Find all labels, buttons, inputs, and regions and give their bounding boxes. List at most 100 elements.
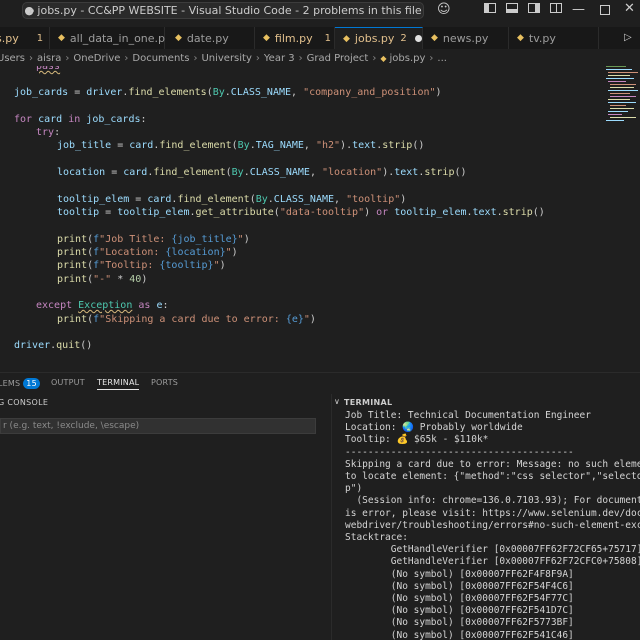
search-icon: ⌕ — [29, 4, 36, 17]
minimap[interactable] — [602, 66, 640, 366]
python-file-icon: ◆ — [517, 33, 524, 43]
code-line: tooltip_elem = card.find_element(By.CLAS… — [57, 194, 407, 205]
terminal-line: Stacktrace: — [345, 532, 408, 543]
code-line: try: — [36, 127, 61, 138]
terminal-line: webdriver/troubleshooting/errors#no-such… — [345, 519, 640, 531]
minimap-line — [608, 81, 626, 82]
minimap-line — [608, 102, 636, 103]
code-line: pass — [36, 66, 61, 72]
code-line: job_cards = driver.find_elements(By.CLAS… — [14, 87, 442, 98]
close-icon[interactable]: ✕ — [624, 1, 635, 16]
breadcrumb-item[interactable]: Grad Project — [307, 53, 369, 64]
minimap-line — [606, 69, 632, 70]
tab-news-py[interactable]: ◆ news.py — [423, 27, 509, 49]
customize-layout-icon[interactable] — [550, 3, 562, 13]
terminal-line: (No symbol) [0x00007FF62F541C46] — [345, 629, 574, 640]
terminal-line: (No symbol) [0x00007FF62F54F77C] — [345, 593, 574, 604]
tab-all-data-in-one[interactable]: ◆ all_data_in_one.py — [50, 27, 172, 49]
terminal-line: is error, please visit: https://www.sele… — [345, 507, 640, 519]
tab-tv-py[interactable]: ◆ tv.py — [509, 27, 599, 49]
minimap-line — [610, 87, 634, 88]
code-line: job_title = card.find_element(By.TAG_NAM… — [57, 140, 425, 151]
terminal-line: p") — [345, 483, 363, 495]
minimap-line — [608, 111, 628, 112]
minimap-line — [610, 117, 636, 118]
terminal-line: (No symbol) [0x00007FF62F4F8F9A] — [345, 568, 574, 580]
code-line: location = card.find_element(By.CLASS_NA… — [57, 167, 467, 178]
unsaved-dot-icon[interactable] — [414, 35, 422, 42]
tab-jobs-py[interactable]: ◆ jobs.py 2 — [335, 27, 423, 49]
copilot-icon[interactable]: ☺ — [437, 2, 451, 17]
terminal-line: (Session info: chrome=136.0.7103.93); Fo… — [356, 495, 640, 507]
minimap-line — [608, 114, 622, 115]
minimap-line — [610, 96, 636, 97]
command-center-search[interactable]: ⌕ ● jobs.py - CC&PP WEBSITE - Visual Stu… — [22, 2, 424, 19]
breadcrumb-item[interactable]: Users — [0, 53, 25, 64]
code-editor[interactable]: pass job_cards = driver.find_elements(By.… — [0, 66, 600, 366]
debug-filter-input[interactable]: r (e.g. text, !exclude, \escape) — [0, 418, 316, 434]
breadcrumb-item[interactable]: aisra — [37, 53, 61, 64]
chevron-down-icon[interactable]: ∨ — [334, 397, 340, 406]
python-file-icon: ◆ — [380, 53, 387, 63]
tab-ports[interactable]: PORTS — [151, 378, 178, 387]
tab-label: tv.py — [528, 31, 556, 45]
minimap-line — [610, 108, 634, 109]
code-line: print("-" * 40) — [57, 274, 148, 285]
toggle-panel-icon[interactable] — [506, 3, 518, 13]
tab-label: all_data_in_one.py — [69, 31, 172, 45]
python-file-icon: ◆ — [263, 33, 270, 43]
problems-count-badge: 15 — [23, 378, 40, 389]
editor-tab-bar: s.py 1 ◆ all_data_in_one.py ◆ date.py ◆ … — [0, 27, 640, 49]
toggle-primary-sidebar-icon[interactable] — [484, 3, 496, 13]
minimap-line — [608, 90, 638, 91]
tab-label: film.py — [274, 31, 313, 45]
minimap-line — [606, 120, 624, 121]
terminal-line: GetHandleVerifier [0x00007FF62F72CF65+75… — [345, 544, 640, 556]
terminal-line: ---------------------------------------- — [345, 446, 574, 458]
maximize-icon[interactable] — [600, 5, 610, 15]
breadcrumb-item[interactable]: OneDrive — [73, 53, 120, 64]
terminal-line: Job Title: Technical Documentation Engin… — [345, 410, 591, 421]
terminal-line: Tooltip: 💰 $65k - $110k* — [345, 434, 489, 446]
breadcrumb-item[interactable]: Year 3 — [264, 53, 295, 64]
toggle-secondary-sidebar-icon[interactable] — [528, 3, 540, 13]
tab-problems[interactable]: LEMS 15 — [0, 378, 40, 389]
python-file-icon: ◆ — [58, 33, 65, 43]
code-line: print(f"Location: {location}") — [57, 247, 238, 258]
code-line: driver.quit() — [14, 340, 93, 351]
terminal-line: Location: 🌏 Probably worldwide — [345, 422, 523, 434]
breadcrumb-item[interactable]: ... — [437, 53, 447, 64]
python-file-icon: ◆ — [343, 33, 350, 44]
minimap-line — [610, 93, 630, 94]
tab-problem-count: 1 — [324, 32, 331, 44]
tab-label: news.py — [442, 31, 489, 45]
tab-problem-count: 2 — [400, 33, 407, 44]
code-line: tooltip = tooltip_elem.get_attribute("da… — [57, 207, 545, 218]
breadcrumb-item[interactable]: University — [201, 53, 251, 64]
terminal-title: TERMINAL — [344, 398, 393, 407]
tab-terminal[interactable]: TERMINAL — [97, 378, 140, 390]
minimap-line — [608, 72, 638, 73]
minimap-line — [608, 75, 630, 76]
minimap-line — [606, 66, 626, 67]
code-line: print(f"Skipping a card due to error: {e… — [57, 314, 316, 325]
terminal-pane[interactable]: ∨ TERMINAL Job Title: Technical Document… — [332, 394, 640, 640]
window-title: ● jobs.py - CC&PP WEBSITE - Visual Studi… — [24, 4, 422, 17]
tab-output[interactable]: OUTPUT — [51, 378, 85, 387]
tab-s-py[interactable]: s.py 1 — [0, 27, 50, 49]
tab-problem-count: 1 — [36, 32, 44, 44]
python-file-icon: ◆ — [175, 33, 182, 43]
tab-film-py[interactable]: ◆ film.py 1 — [255, 27, 335, 49]
title-bar: ⌕ ● jobs.py - CC&PP WEBSITE - Visual Stu… — [0, 0, 640, 22]
tab-date-py[interactable]: ◆ date.py — [165, 27, 255, 49]
minimap-line — [606, 78, 634, 79]
breadcrumb: Users › aisra › OneDrive › Documents › Unive… — [0, 51, 640, 65]
breadcrumb-item[interactable]: jobs.py — [390, 53, 426, 64]
python-file-icon: ◆ — [431, 33, 438, 43]
terminal-line: Skipping a card due to error: Message: n… — [345, 458, 640, 470]
minimap-line — [610, 105, 626, 106]
minimize-icon[interactable]: — — [572, 2, 585, 17]
breadcrumb-item[interactable]: Documents — [132, 53, 189, 64]
run-icon[interactable]: ▷ — [624, 32, 632, 43]
tab-label: s.py — [0, 31, 19, 45]
